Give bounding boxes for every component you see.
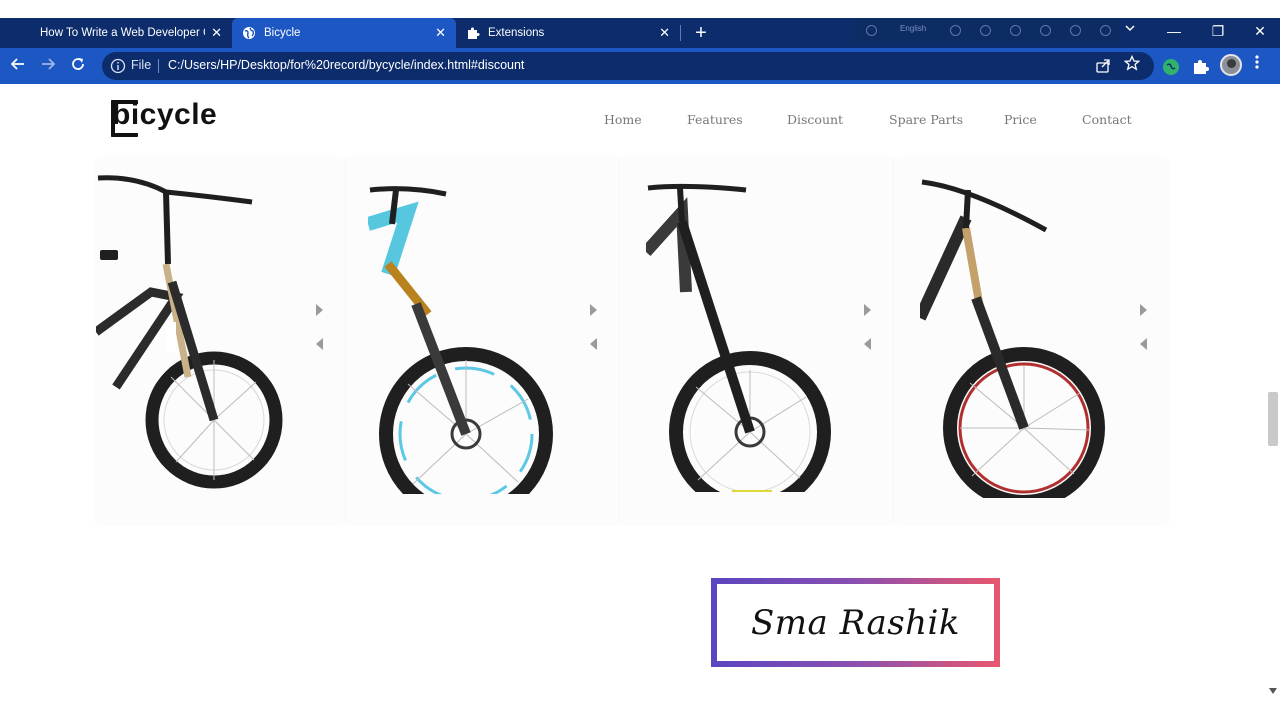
address-bar[interactable]: File C:/Users/HP/Desktop/for%20record/by… [102, 52, 1154, 80]
tab-close-icon[interactable]: ✕ [435, 25, 446, 41]
url-text[interactable]: C:/Users/HP/Desktop/for%20record/bycycle… [168, 58, 524, 72]
tab-close-icon[interactable]: ✕ [659, 25, 670, 41]
bike-card[interactable] [96, 158, 346, 524]
scrollbar-thumb[interactable] [1268, 392, 1278, 446]
top-strip [0, 0, 1280, 18]
watermark-inner: Sma Rashik [717, 584, 994, 661]
extensions-puzzle-icon[interactable] [1192, 58, 1210, 76]
address-divider [158, 59, 159, 73]
recorder-icon[interactable] [1070, 25, 1081, 36]
tab-search-chevron-icon[interactable] [1124, 22, 1138, 36]
carousel-next-arrow-icon[interactable] [590, 304, 597, 316]
bookmark-star-icon[interactable] [1123, 54, 1141, 76]
recorder-icon[interactable] [1100, 25, 1111, 36]
carousel-next-arrow-icon[interactable] [1140, 304, 1147, 316]
screen-recorder-toolbar[interactable]: English [856, 19, 1120, 43]
share-icon[interactable] [1095, 58, 1111, 74]
recorder-icon[interactable] [950, 25, 961, 36]
tab-web-developer[interactable]: How To Write a Web Developer C ✕ [0, 18, 232, 48]
bike-image [920, 179, 1105, 498]
nav-home[interactable]: Home [604, 112, 642, 127]
bike-card[interactable] [346, 158, 620, 524]
browser-toolbar: File C:/Users/HP/Desktop/for%20record/by… [0, 48, 1280, 84]
vpn-extension-icon[interactable] [1162, 58, 1180, 76]
restore-button[interactable]: ❐ [1196, 18, 1240, 44]
nav-spare-parts[interactable]: Spare Parts [889, 112, 963, 127]
minimize-button[interactable]: — [1152, 18, 1196, 44]
carousel-prev-arrow-icon[interactable] [316, 338, 323, 350]
scheme-label: File [131, 58, 152, 72]
carousel-prev-arrow-icon[interactable] [590, 338, 597, 350]
bike-image [368, 186, 553, 494]
tab-bicycle[interactable]: Bicycle ✕ [232, 18, 456, 48]
tab-extensions[interactable]: Extensions ✕ [456, 18, 680, 48]
recorder-icon[interactable] [1040, 25, 1051, 36]
globe-icon [242, 26, 256, 40]
creator-watermark: Sma Rashik [711, 578, 1000, 667]
website-favicon [10, 26, 24, 40]
tab-close-icon[interactable]: ✕ [211, 25, 222, 41]
puzzle-icon [466, 26, 480, 40]
recorder-icon[interactable] [1010, 25, 1021, 36]
window-close-button[interactable]: ✕ [1238, 18, 1280, 44]
bike-image [646, 183, 831, 492]
nav-price[interactable]: Price [1004, 112, 1037, 127]
tab-title: How To Write a Web Developer C [40, 27, 205, 39]
new-tab-button[interactable]: + [690, 22, 712, 44]
kebab-menu-icon[interactable] [1254, 54, 1260, 77]
bike-card[interactable] [620, 158, 894, 524]
page-viewport: bicycle Home Features Discount Spare Par… [0, 84, 1280, 720]
site-logo[interactable]: bicycle [112, 98, 217, 132]
carousel-next-arrow-icon[interactable] [316, 304, 323, 316]
tab-title: Bicycle [264, 27, 301, 39]
tab-separator [680, 25, 681, 41]
nav-features[interactable]: Features [687, 112, 743, 127]
forward-arrow-icon[interactable] [38, 56, 58, 76]
bike-image [96, 175, 283, 489]
profile-avatar[interactable] [1220, 54, 1242, 76]
nav-contact[interactable]: Contact [1082, 112, 1132, 127]
recorder-icon[interactable] [866, 25, 877, 36]
scroll-down-arrow-icon[interactable] [1269, 688, 1277, 694]
nav-discount[interactable]: Discount [787, 112, 843, 127]
carousel-prev-arrow-icon[interactable] [864, 338, 871, 350]
carousel-prev-arrow-icon[interactable] [1140, 338, 1147, 350]
tab-title: Extensions [488, 27, 545, 39]
recorder-icon[interactable] [980, 25, 991, 36]
back-arrow-icon[interactable] [8, 56, 28, 76]
reload-icon[interactable] [68, 56, 88, 76]
info-icon[interactable] [110, 58, 126, 74]
recorder-language[interactable]: English [900, 24, 926, 33]
carousel-next-arrow-icon[interactable] [864, 304, 871, 316]
bike-card[interactable] [894, 158, 1168, 524]
watermark-text: Sma Rashik [750, 602, 961, 643]
